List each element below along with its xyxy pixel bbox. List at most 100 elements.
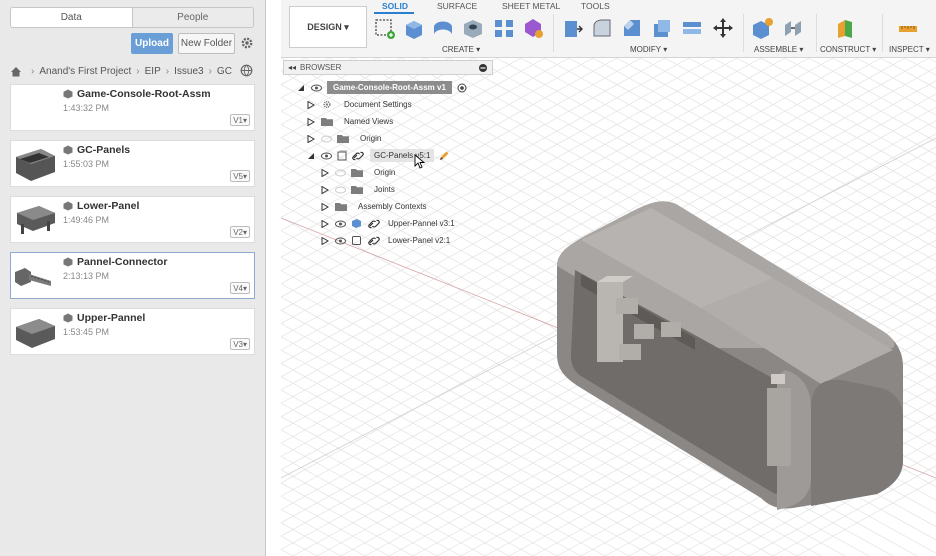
press-pull-icon[interactable] bbox=[560, 16, 584, 40]
revolve-icon[interactable] bbox=[431, 16, 455, 40]
shell-icon[interactable] bbox=[650, 16, 674, 40]
folder-icon bbox=[351, 186, 363, 194]
collapsed-triangle-icon[interactable] bbox=[321, 236, 329, 245]
browser-row[interactable]: Lower-Panel v2:1 bbox=[321, 232, 450, 249]
move-icon[interactable] bbox=[711, 16, 735, 40]
visibility-eye-icon[interactable] bbox=[321, 152, 332, 160]
version-dropdown[interactable]: V1▾ bbox=[230, 114, 250, 126]
file-time: 2:13:13 PM bbox=[63, 271, 110, 281]
file-item[interactable]: Upper-Pannel 1:53:45 PM V3▾ bbox=[10, 308, 255, 355]
collapse-browser-icon[interactable]: ◂◂ bbox=[288, 63, 296, 72]
browser-row-label: Origin bbox=[360, 134, 382, 143]
file-item-selected[interactable]: Pannel-Connector 2:13:13 PM V4▾ bbox=[10, 252, 255, 299]
settings-gear-icon bbox=[323, 100, 331, 109]
tab-sheet-metal[interactable]: SHEET METAL bbox=[502, 1, 560, 11]
file-time: 1:53:45 PM bbox=[63, 327, 110, 337]
browser-row[interactable]: Upper-Pannel v3:1 bbox=[321, 215, 455, 232]
file-item[interactable]: GC-Panels 1:55:03 PM V5▾ bbox=[10, 140, 255, 187]
game-console-model[interactable] bbox=[557, 201, 903, 510]
root-assembly-label[interactable]: Game-Console-Root-Assm v1 bbox=[327, 81, 452, 94]
collapsed-triangle-icon[interactable] bbox=[321, 202, 329, 211]
expanded-triangle-icon[interactable] bbox=[297, 84, 305, 92]
browser-row[interactable]: Named Views bbox=[307, 113, 393, 130]
upper-pannel-thumbnail bbox=[16, 319, 55, 348]
mouse-cursor-icon bbox=[414, 154, 426, 169]
new-component-icon[interactable] bbox=[750, 16, 774, 40]
globe-icon[interactable] bbox=[240, 64, 253, 77]
fillet-icon[interactable] bbox=[590, 16, 614, 40]
browser-root-row[interactable]: Game-Console-Root-Assm v1 bbox=[297, 79, 467, 96]
breadcrumb-item[interactable]: GC bbox=[217, 66, 232, 77]
collapsed-triangle-icon[interactable] bbox=[321, 185, 329, 194]
new-folder-button[interactable]: New Folder bbox=[178, 33, 235, 54]
chamfer-icon[interactable] bbox=[620, 16, 644, 40]
visibility-eye-icon[interactable] bbox=[311, 84, 322, 92]
gear-icon[interactable] bbox=[240, 36, 254, 50]
breadcrumb-item[interactable]: Anand's First Project bbox=[39, 66, 131, 77]
upload-button[interactable]: Upload bbox=[131, 33, 173, 54]
workspace-dropdown[interactable]: DESIGN ▾ bbox=[289, 6, 367, 48]
hidden-eye-icon[interactable] bbox=[335, 186, 346, 194]
tab-people[interactable]: People bbox=[131, 8, 253, 27]
hole-icon[interactable] bbox=[461, 16, 485, 40]
version-dropdown[interactable]: V4▾ bbox=[230, 282, 250, 294]
create-menu[interactable]: CREATE ▾ bbox=[442, 45, 480, 54]
visibility-eye-icon[interactable] bbox=[335, 237, 346, 245]
joint-icon[interactable] bbox=[781, 16, 805, 40]
component-icon bbox=[63, 257, 73, 267]
visibility-eye-icon[interactable] bbox=[335, 220, 346, 228]
browser-row[interactable]: Origin bbox=[321, 164, 395, 181]
file-name: Game-Console-Root-Assm bbox=[77, 88, 211, 100]
modify-menu[interactable]: MODIFY ▾ bbox=[630, 45, 667, 54]
link-icon bbox=[352, 151, 364, 160]
browser-row-label: Lower-Panel v2:1 bbox=[388, 236, 451, 245]
file-item[interactable]: Lower-Panel 1:49:46 PM V2▾ bbox=[10, 196, 255, 243]
expanded-triangle-icon[interactable] bbox=[307, 152, 315, 160]
browser-options-icon[interactable] bbox=[478, 63, 488, 73]
activate-radio-icon[interactable] bbox=[457, 83, 467, 93]
breadcrumb-item[interactable]: EIP bbox=[145, 66, 161, 77]
version-dropdown[interactable]: V5▾ bbox=[230, 170, 250, 182]
combine-icon[interactable] bbox=[680, 16, 704, 40]
create-sketch-icon[interactable] bbox=[373, 16, 397, 40]
tab-solid[interactable]: SOLID bbox=[382, 1, 408, 11]
browser-row-label: Document Settings bbox=[344, 100, 412, 109]
browser-row[interactable]: Joints bbox=[321, 181, 395, 198]
tab-surface[interactable]: SURFACE bbox=[437, 1, 477, 11]
browser-row[interactable]: Assembly Contexts bbox=[321, 198, 426, 215]
construct-menu[interactable]: CONSTRUCT ▾ bbox=[820, 45, 876, 54]
file-name: GC-Panels bbox=[77, 144, 131, 156]
pattern-icon[interactable] bbox=[492, 16, 516, 40]
version-dropdown[interactable]: V3▾ bbox=[230, 338, 250, 350]
assemble-menu[interactable]: ASSEMBLE ▾ bbox=[754, 45, 803, 54]
inspect-menu[interactable]: INSPECT ▾ bbox=[889, 45, 930, 54]
browser-row[interactable]: Document Settings bbox=[307, 96, 412, 113]
link-icon bbox=[368, 219, 380, 228]
tab-tools[interactable]: TOOLS bbox=[581, 1, 610, 11]
panel-tabs: Data People bbox=[10, 7, 254, 28]
offset-plane-icon[interactable] bbox=[833, 16, 857, 40]
measure-icon[interactable] bbox=[896, 16, 920, 40]
component-icon bbox=[337, 150, 348, 161]
create-form-icon[interactable] bbox=[521, 16, 545, 40]
version-dropdown[interactable]: V2▾ bbox=[230, 226, 250, 238]
file-time: 1:49:46 PM bbox=[63, 215, 110, 225]
collapsed-triangle-icon[interactable] bbox=[307, 117, 315, 126]
tab-data[interactable]: Data bbox=[11, 8, 132, 27]
hidden-eye-icon[interactable] bbox=[335, 169, 346, 177]
collapsed-triangle-icon[interactable] bbox=[321, 168, 329, 177]
home-icon[interactable] bbox=[10, 66, 22, 77]
browser-row-selected[interactable]: GC-Panels v5:1 bbox=[307, 147, 450, 164]
file-item[interactable]: Game-Console-Root-Assm 1:43:32 PM V1▾ bbox=[10, 84, 255, 131]
edit-pencil-icon[interactable] bbox=[438, 150, 450, 162]
browser-row[interactable]: Origin bbox=[307, 130, 381, 147]
toolbar-divider bbox=[743, 14, 744, 52]
extrude-icon[interactable] bbox=[402, 16, 426, 40]
collapsed-triangle-icon[interactable] bbox=[321, 219, 329, 228]
breadcrumb-item[interactable]: Issue3 bbox=[174, 66, 203, 77]
hidden-eye-icon[interactable] bbox=[321, 135, 332, 143]
component-icon bbox=[63, 201, 73, 211]
collapsed-triangle-icon[interactable] bbox=[307, 134, 315, 143]
component-icon bbox=[63, 145, 73, 155]
collapsed-triangle-icon[interactable] bbox=[307, 100, 315, 109]
